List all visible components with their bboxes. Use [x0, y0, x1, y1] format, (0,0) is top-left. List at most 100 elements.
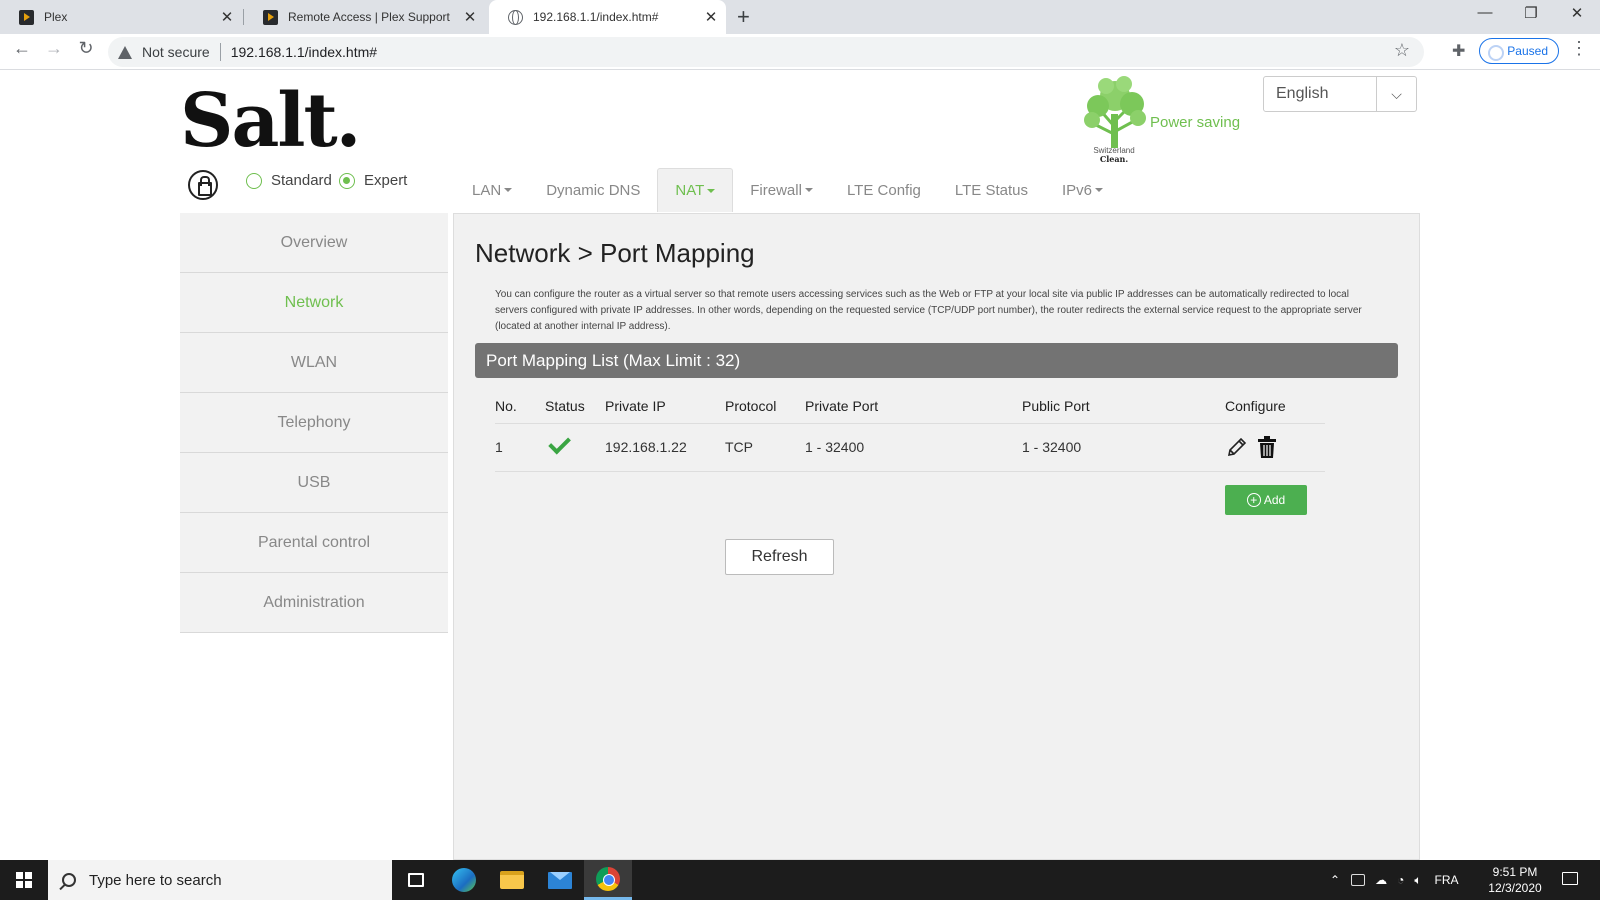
windows-taskbar: Type here to search ⌃ ☁ ◔ 🔈︎ FRA 9:51 PM…	[0, 860, 1600, 900]
caret-down-icon	[804, 188, 813, 192]
task-view-button[interactable]	[392, 860, 440, 900]
delete-trash-icon[interactable]	[1257, 435, 1277, 459]
tab-label: NAT	[675, 182, 705, 199]
sidebar-item-usb[interactable]: USB	[180, 453, 448, 513]
radio-checked-icon	[339, 172, 355, 189]
add-button[interactable]: + Add	[1225, 485, 1307, 515]
cell-status	[545, 423, 605, 472]
extensions-puzzle-icon[interactable]: ✚	[1452, 41, 1465, 61]
file-explorer-taskbar-button[interactable]	[488, 860, 536, 900]
chrome-taskbar-button[interactable]	[584, 860, 632, 900]
tab-label: LTE Config	[846, 181, 921, 199]
browser-tab-remote-access[interactable]: Remote Access | Plex Support ✕	[244, 0, 485, 34]
close-icon[interactable]: ✕	[700, 8, 722, 26]
mail-taskbar-button[interactable]	[536, 860, 584, 900]
address-bar[interactable]: Not secure 192.168.1.1/index.htm# ☆	[108, 37, 1424, 67]
sidebar-item-network[interactable]: Network	[180, 273, 448, 333]
edge-taskbar-button[interactable]	[440, 860, 488, 900]
globe-icon	[508, 9, 523, 25]
language-select[interactable]: English ⌵	[1263, 76, 1417, 112]
browser-tabstrip: Plex ✕ Remote Access | Plex Support ✕ 19…	[0, 0, 1600, 34]
cell-public-port: 1 - 32400	[1022, 423, 1225, 472]
tab-lte-config[interactable]: LTE Config	[830, 168, 938, 212]
sidebar-item-parental-control[interactable]: Parental control	[180, 513, 448, 573]
column-header: Private IP	[605, 390, 725, 424]
cell-no: 1	[495, 423, 545, 472]
column-header: No.	[495, 390, 545, 424]
plus-circle-icon: +	[1246, 493, 1261, 507]
edit-pencil-icon[interactable]	[1225, 435, 1249, 459]
tab-firewall[interactable]: Firewall	[733, 168, 830, 212]
profile-button[interactable]: Paused	[1479, 38, 1559, 64]
battery-icon[interactable]	[1351, 874, 1366, 886]
wifi-icon[interactable]: ◔	[1397, 873, 1404, 887]
menu-dots-icon[interactable]: ⋮	[1570, 38, 1588, 59]
check-icon	[548, 431, 571, 455]
search-placeholder: Type here to search	[89, 871, 222, 889]
taskbar-search-box[interactable]: Type here to search	[48, 860, 392, 900]
tray-chevron-up-icon[interactable]: ⌃	[1330, 873, 1340, 887]
mode-standard-radio[interactable]: Standard	[246, 172, 332, 189]
url-text[interactable]: 192.168.1.1/index.htm#	[231, 44, 377, 60]
restore-icon[interactable]: ❐	[1508, 4, 1554, 22]
sidebar-item-wlan[interactable]: WLAN	[180, 333, 448, 393]
salt-logo[interactable]: Salt.	[180, 78, 361, 164]
close-icon[interactable]: ✕	[216, 8, 238, 26]
sidebar: Overview Network WLAN Telephony USB Pare…	[180, 213, 448, 633]
tab-label: IPv6	[1061, 181, 1092, 199]
input-language[interactable]: FRA	[1435, 873, 1459, 887]
browser-tab-router[interactable]: 192.168.1.1/index.htm# ✕	[489, 0, 726, 34]
mail-icon	[548, 871, 572, 889]
taskbar-clock[interactable]: 9:51 PM 12/3/2020	[1480, 864, 1550, 896]
warning-icon	[118, 45, 132, 59]
sidebar-item-overview[interactable]: Overview	[180, 213, 448, 273]
mode-expert-radio[interactable]: Expert	[339, 172, 407, 189]
sidebar-item-telephony[interactable]: Telephony	[180, 393, 448, 453]
tab-label: Firewall	[750, 181, 802, 199]
minimize-icon[interactable]: —	[1462, 4, 1508, 21]
security-label[interactable]: Not secure	[142, 44, 210, 60]
browser-tab-plex[interactable]: Plex ✕	[0, 0, 242, 34]
refresh-button[interactable]: Refresh	[725, 539, 834, 575]
plex-icon	[263, 9, 278, 25]
plex-icon	[19, 9, 34, 25]
add-label: Add	[1263, 493, 1286, 507]
caret-down-icon	[504, 188, 513, 192]
sidebar-item-administration[interactable]: Administration	[180, 573, 448, 633]
tab-nat[interactable]: NAT	[657, 168, 734, 212]
column-header: Private Port	[805, 390, 1022, 424]
mode-expert-label: Expert	[364, 172, 408, 189]
windows-logo-icon	[16, 872, 32, 888]
tab-lan[interactable]: LAN	[455, 168, 529, 212]
onedrive-cloud-icon[interactable]: ☁	[1375, 873, 1387, 887]
caret-down-icon	[1095, 188, 1103, 192]
start-button[interactable]	[0, 860, 48, 900]
intro-text: You can configure the router as a virtua…	[495, 289, 1362, 332]
profile-label: Paused	[1507, 44, 1548, 58]
tab-lte-status[interactable]: LTE Status	[938, 168, 1045, 212]
chevron-down-icon: ⌵	[1376, 77, 1416, 111]
volume-icon[interactable]: 🔈︎	[1414, 873, 1421, 888]
window-close-icon[interactable]: ✕	[1554, 4, 1600, 22]
lock-icon[interactable]	[188, 170, 218, 200]
tab-label: LAN	[472, 181, 502, 199]
browser-toolbar: ← → ↻ Not secure 192.168.1.1/index.htm# …	[0, 34, 1600, 70]
tree-caption: Switzerland Clean.	[1086, 146, 1142, 164]
close-icon[interactable]: ✕	[459, 8, 481, 26]
power-saving-link[interactable]: Power saving	[1150, 114, 1240, 131]
column-header: Public Port	[1022, 390, 1225, 424]
chrome-icon	[596, 866, 620, 891]
reload-icon[interactable]: ↻	[72, 38, 100, 59]
tab-title: 192.168.1.1/index.htm#	[533, 10, 659, 24]
tab-ipv6[interactable]: IPv6	[1045, 168, 1120, 212]
cell-configure	[1225, 423, 1325, 472]
forward-icon[interactable]: →	[40, 38, 68, 59]
notifications-icon[interactable]	[1562, 872, 1578, 885]
tab-dynamic-dns[interactable]: Dynamic DNS	[529, 168, 657, 212]
bookmark-star-icon[interactable]: ☆	[1394, 40, 1410, 61]
top-navigation: LAN Dynamic DNS NAT Firewall LTE Config …	[455, 168, 1120, 212]
new-tab-icon[interactable]: +	[737, 4, 750, 30]
edge-icon	[452, 868, 476, 892]
table-header-row: No. Status Private IP Protocol Private P…	[495, 390, 1325, 424]
back-icon[interactable]: ←	[8, 38, 36, 59]
